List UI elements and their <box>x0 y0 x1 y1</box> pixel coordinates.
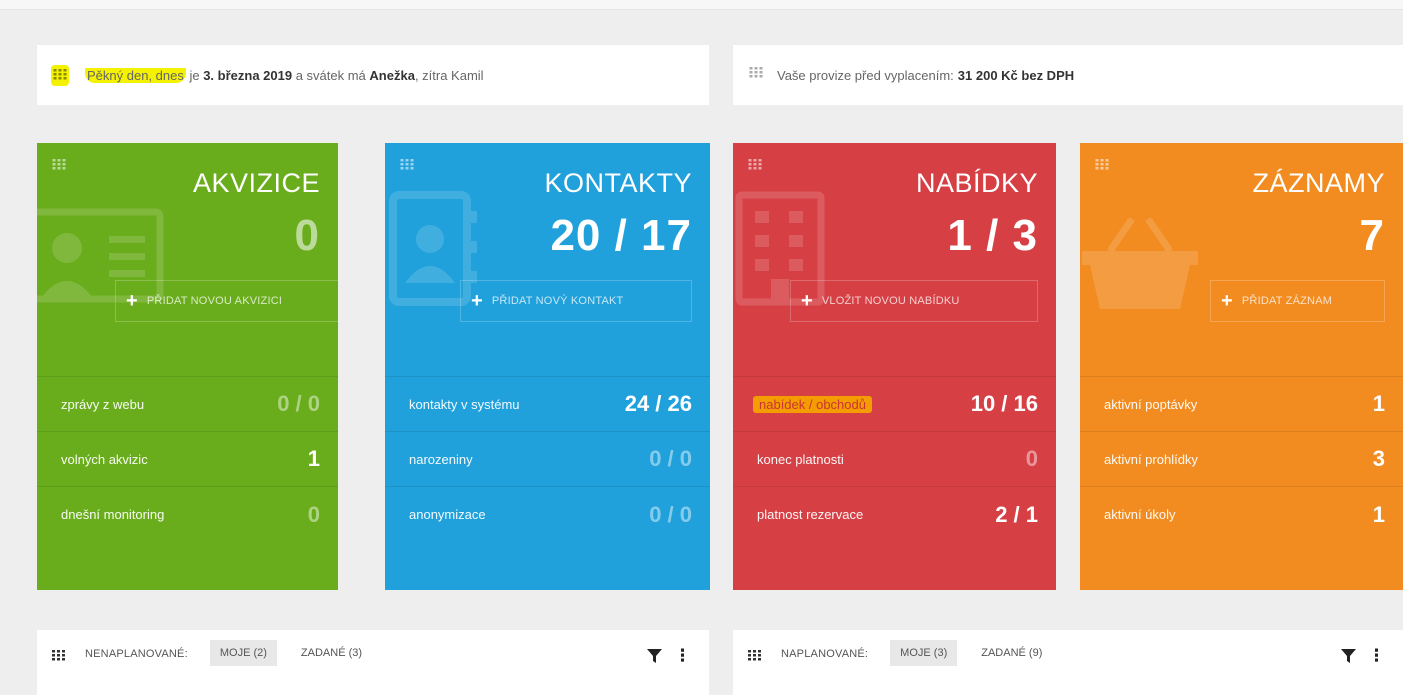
stat-row[interactable]: volných akvizic 1 <box>37 432 338 487</box>
card-count: 1 / 3 <box>947 211 1038 260</box>
grid-icon[interactable] <box>52 159 66 170</box>
greeting-date: 3. března 2019 <box>203 67 293 83</box>
card-akvizice: AKVIZICE 0 + PŘIDAT NOVOU AKVIZICI zpráv… <box>37 143 338 590</box>
planned-panel: NAPLANOVANÉ: MOJE (3) ZADANÉ (9) ⋮ <box>733 630 1403 695</box>
grid-icon[interactable] <box>51 64 69 86</box>
grid-icon[interactable] <box>400 159 414 170</box>
plus-icon: + <box>126 289 138 312</box>
add-offer-button[interactable]: + VLOŽIT NOVOU NABÍDKU <box>790 280 1038 322</box>
add-contact-button[interactable]: + PŘIDAT NOVÝ KONTAKT <box>460 280 692 322</box>
card-title: AKVIZICE <box>192 168 320 198</box>
card-kontakty: KONTAKTY 20 / 17 + PŘIDAT NOVÝ KONTAKT k… <box>385 143 710 590</box>
grid-icon[interactable] <box>748 159 762 170</box>
card-title: KONTAKTY <box>544 168 692 198</box>
filter-icon[interactable] <box>1341 649 1356 663</box>
panel-label: NAPLANOVANÉ: <box>781 648 869 660</box>
top-bar <box>0 0 1403 10</box>
tab-mine[interactable]: MOJE (2) <box>209 640 277 666</box>
tab-mine[interactable]: MOJE (3) <box>890 640 958 666</box>
card-nabidky: NABÍDKY 1 / 3 + VLOŽIT NOVOU NABÍDKU nab… <box>733 143 1056 590</box>
card-zaznamy: ZÁZNAMY 7 + PŘIDAT ZÁZNAM aktivní poptáv… <box>1080 143 1403 590</box>
commission-value: 31 200 Kč bez DPH <box>957 67 1075 83</box>
card-count: 7 <box>1359 211 1385 260</box>
stat-row[interactable]: aktivní úkoly 1 <box>1080 487 1403 542</box>
stat-row[interactable]: konec platnosti 0 <box>733 432 1056 487</box>
grid-icon[interactable] <box>1095 159 1109 170</box>
stat-row[interactable]: aktivní prohlídky 3 <box>1080 432 1403 487</box>
plus-icon: + <box>801 289 813 312</box>
stat-row[interactable]: narozeniny 0 / 0 <box>385 432 710 487</box>
nameday-name: Anežka <box>369 67 415 83</box>
stat-row[interactable]: platnost rezervace 2 / 1 <box>733 487 1056 542</box>
card-title: ZÁZNAMY <box>1252 168 1385 198</box>
plus-icon: + <box>1221 289 1233 312</box>
card-title: NABÍDKY <box>915 168 1038 198</box>
unplanned-panel: NENAPLANOVANÉ: MOJE (2) ZADANÉ (3) ⋮ <box>37 630 709 695</box>
greeting-text: Pěkný den, dnes <box>85 67 186 83</box>
tab-assigned[interactable]: ZADANÉ (9) <box>971 640 1052 666</box>
basket-icon <box>1082 217 1198 309</box>
card-count: 0 <box>294 211 320 260</box>
commission-widget: Vaše provize před vyplacením: 31 200 Kč … <box>733 45 1403 105</box>
plus-icon: + <box>471 289 483 312</box>
grid-icon[interactable] <box>748 650 761 661</box>
add-acquisition-button[interactable]: + PŘIDAT NOVOU AKVIZICI <box>115 280 338 322</box>
commission-label: Vaše provize před vyplacením: <box>777 67 954 83</box>
filter-icon[interactable] <box>647 649 662 663</box>
stat-row[interactable]: kontakty v systému 24 / 26 <box>385 377 710 432</box>
more-menu-icon[interactable]: ⋮ <box>674 646 691 666</box>
greeting-widget: Pěkný den, dnes je 3. března 2019 a svát… <box>37 45 709 105</box>
tab-assigned[interactable]: ZADANÉ (3) <box>291 640 372 666</box>
stat-row[interactable]: aktivní poptávky 1 <box>1080 377 1403 432</box>
add-record-button[interactable]: + PŘIDAT ZÁZNAM <box>1210 280 1385 322</box>
grid-icon[interactable] <box>52 650 65 661</box>
card-count: 20 / 17 <box>550 211 692 260</box>
panel-label: NENAPLANOVANÉ: <box>85 648 188 660</box>
stat-row[interactable]: zprávy z webu 0 / 0 <box>37 377 338 432</box>
stat-row[interactable]: dnešní monitoring 0 <box>37 487 338 542</box>
grid-icon[interactable] <box>749 66 763 78</box>
more-menu-icon[interactable]: ⋮ <box>1368 646 1385 666</box>
stat-row[interactable]: nabídek / obchodů 10 / 16 <box>733 377 1056 432</box>
stat-row[interactable]: anonymizace 0 / 0 <box>385 487 710 542</box>
